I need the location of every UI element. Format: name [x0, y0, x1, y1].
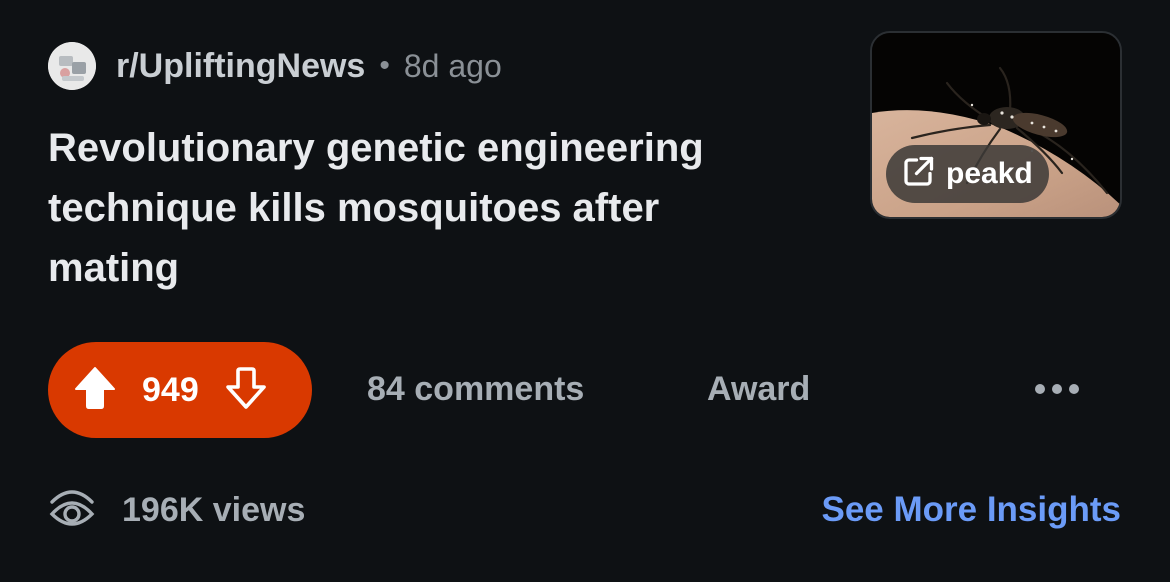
external-link-chip[interactable]: peakd — [886, 145, 1049, 203]
downvote-arrow-icon[interactable] — [225, 366, 267, 415]
more-options-button[interactable] — [1030, 372, 1084, 406]
subreddit-name[interactable]: r/UpliftingNews — [116, 47, 365, 86]
view-count: 196K views — [48, 484, 305, 536]
external-link-icon — [900, 154, 936, 195]
vote-control: 949 — [48, 342, 312, 438]
award-button[interactable]: Award — [707, 364, 810, 414]
comments-button[interactable]: 84 comments — [367, 364, 584, 414]
more-horizontal-icon — [1035, 384, 1079, 394]
views-label: 196K views — [122, 490, 306, 529]
vote-score: 949 — [142, 370, 199, 409]
post-age: 8d ago — [403, 47, 502, 84]
link-domain: peakd — [946, 157, 1033, 190]
upvote-arrow-icon[interactable] — [74, 366, 116, 415]
post-header: r/UpliftingNews • 8d ago — [48, 40, 502, 92]
eye-icon — [48, 486, 96, 535]
subreddit-avatar[interactable] — [48, 42, 96, 90]
post-card[interactable]: r/UpliftingNews • 8d ago Revolutionary g… — [0, 0, 1170, 582]
meta-separator: • — [379, 49, 390, 82]
see-more-insights-link[interactable]: See More Insights — [821, 485, 1121, 535]
post-title[interactable]: Revolutionary genetic engineering techni… — [48, 118, 788, 298]
